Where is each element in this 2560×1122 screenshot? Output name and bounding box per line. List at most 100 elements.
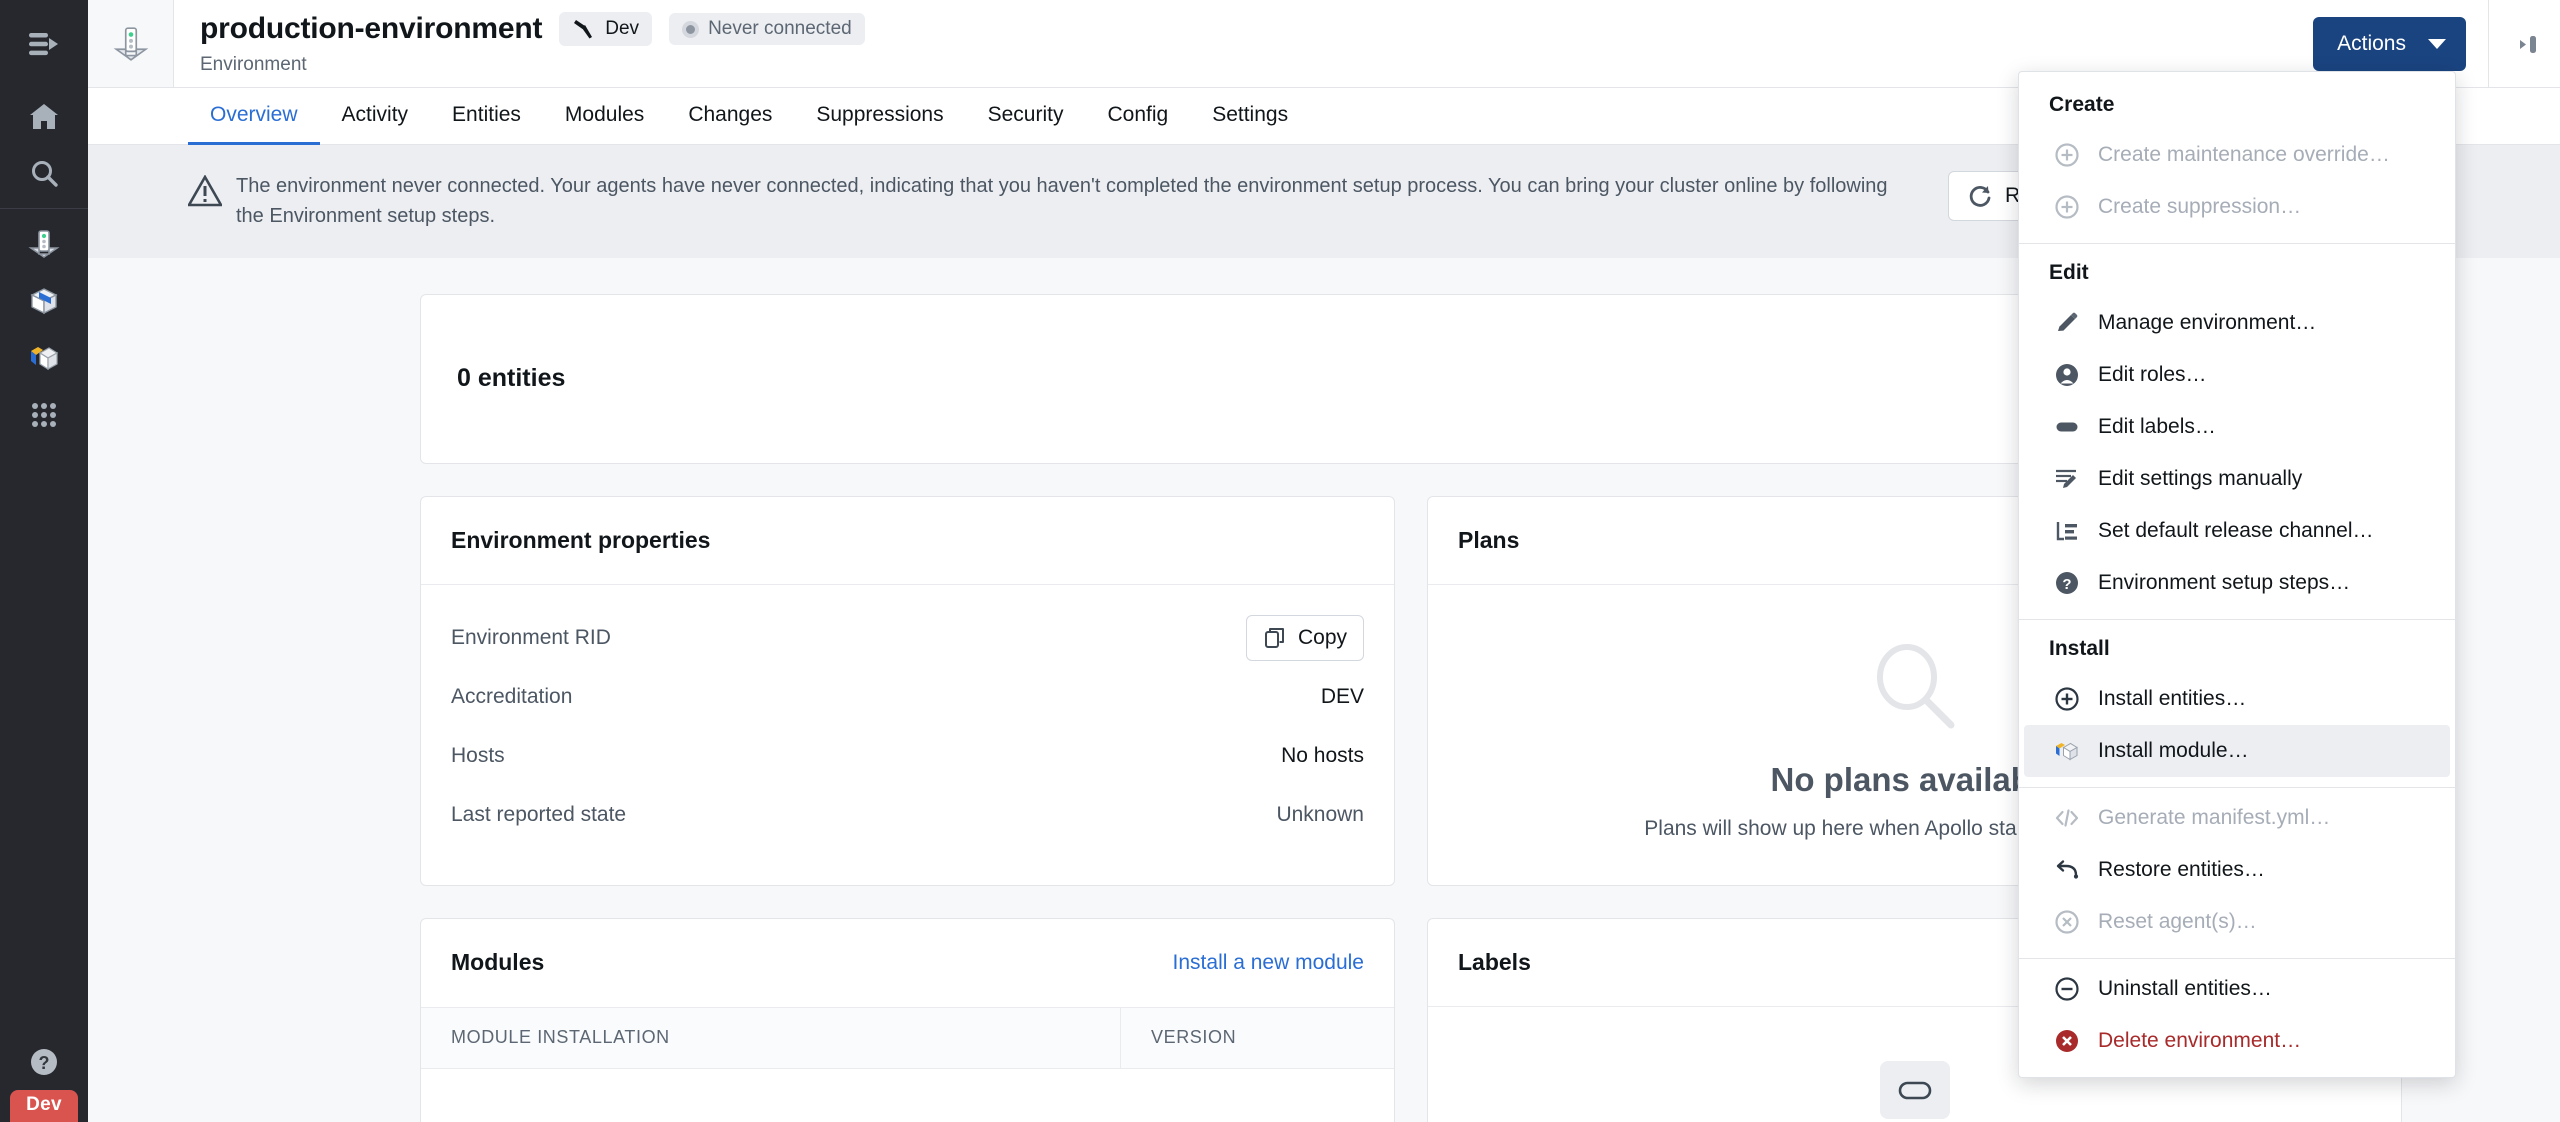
menu-item-install-module[interactable]: Install module…: [2024, 725, 2450, 777]
menu-item-set-default-release-channel[interactable]: Set default release channel…: [2024, 505, 2450, 557]
warning-triangle-icon: [188, 175, 222, 207]
env-badge: Dev: [10, 1090, 78, 1122]
sidebar-item-modules[interactable]: [0, 329, 88, 386]
status-badge: Never connected: [669, 13, 865, 45]
environment-properties-header: Environment properties: [421, 497, 1394, 585]
tab-overview[interactable]: Overview: [188, 88, 320, 145]
menu-item-uninstall-entities[interactable]: Uninstall entities…: [2024, 963, 2450, 1015]
column-header-module-installation: MODULE INSTALLATION: [421, 1007, 1121, 1068]
menu-item-label: Install entities…: [2098, 687, 2247, 710]
module-cube-icon: [2054, 738, 2080, 764]
menu-item-edit-settings-manually[interactable]: Edit settings manually: [2024, 453, 2450, 505]
cube-icon: [30, 287, 58, 314]
menu-group-install-label: Install: [2049, 637, 2110, 660]
hammer-icon: [574, 20, 593, 39]
menu-item-edit-roles[interactable]: Edit roles…: [2024, 349, 2450, 401]
help-button[interactable]: ?: [0, 1033, 88, 1090]
modules-table-header: MODULE INSTALLATION VERSION: [421, 1006, 1394, 1069]
menu-group-create-label: Create: [2049, 93, 2115, 116]
menu-item-environment-setup-steps[interactable]: ? Environment setup steps…: [2024, 557, 2450, 609]
minus-circle-icon: [2054, 976, 2080, 1002]
menu-group-edit-label: Edit: [2049, 261, 2089, 284]
menu-divider: [2019, 619, 2455, 620]
property-row-last-state: Last reported state Unknown: [451, 786, 1364, 845]
menu-item-label: Uninstall entities…: [2098, 977, 2272, 1000]
main-region: production-environment Dev Never connect…: [88, 0, 2560, 1122]
menu-item-label: Create maintenance override…: [2098, 143, 2390, 166]
menu-item-label: Create suppression…: [2098, 195, 2302, 218]
title-row: production-environment Dev Never connect…: [200, 12, 2313, 46]
collapse-panel-button[interactable]: [2488, 0, 2560, 87]
menu-item-label: Install module…: [2098, 739, 2249, 762]
copy-icon: [1264, 628, 1284, 649]
menu-item-edit-labels[interactable]: Edit labels…: [2024, 401, 2450, 453]
header-subtitle: Environment: [200, 54, 307, 75]
x-circle-icon: [2054, 909, 2080, 935]
label-pill-box: [1879, 1060, 1950, 1119]
menu-item-label: Delete environment…: [2098, 1029, 2302, 1052]
property-label: Hosts: [451, 744, 505, 768]
product-logo-icon: [113, 26, 148, 61]
environment-icon: [28, 229, 60, 258]
menu-item-delete-environment[interactable]: Delete environment…: [2024, 1015, 2450, 1067]
grid-apps-icon: [32, 402, 56, 427]
labels-title: Labels: [1458, 948, 1531, 975]
home-icon: [30, 103, 58, 129]
environment-properties-card: Environment properties Environment RID C…: [420, 495, 1395, 886]
tab-security[interactable]: Security: [966, 88, 1086, 145]
menu-item-create-suppression[interactable]: Create suppression…: [2024, 181, 2450, 233]
copy-rid-button[interactable]: Copy: [1245, 615, 1364, 662]
sidebar-expand-icon: [29, 33, 58, 56]
menu-item-label: Restore entities…: [2098, 858, 2265, 881]
menu-divider: [2019, 958, 2455, 959]
svg-text:?: ?: [2062, 576, 2071, 593]
tab-suppressions[interactable]: Suppressions: [794, 88, 965, 145]
install-new-module-link[interactable]: Install a new module: [1173, 951, 1364, 975]
label-pill-icon: [2054, 414, 2080, 440]
menu-item-generate-manifest[interactable]: Generate manifest.yml…: [2024, 792, 2450, 844]
tab-config[interactable]: Config: [1085, 88, 1190, 145]
sidebar-item-artifacts[interactable]: [0, 272, 88, 329]
menu-item-reset-agents[interactable]: Reset agent(s)…: [2024, 896, 2450, 948]
tab-entities[interactable]: Entities: [430, 88, 543, 145]
sidebar-item-search[interactable]: [0, 145, 88, 202]
column-header-version: VERSION: [1151, 1027, 1237, 1048]
menu-item-install-entities[interactable]: Install entities…: [2024, 673, 2450, 725]
tab-settings[interactable]: Settings: [1190, 88, 1310, 145]
code-icon: [2054, 805, 2080, 831]
environment-tag[interactable]: Dev: [559, 12, 653, 46]
warning-banner-text: The environment never connected. Your ag…: [236, 175, 1888, 228]
header-titles: production-environment Dev Never connect…: [174, 0, 2313, 87]
environment-properties-body: Environment RID Copy Accreditation DEV H…: [421, 585, 1394, 871]
tab-changes[interactable]: Changes: [666, 88, 794, 145]
entities-count: 0 entities: [457, 364, 566, 393]
x-circle-icon: [2054, 1028, 2080, 1054]
rail-toggle-button[interactable]: [0, 0, 88, 88]
property-row-hosts: Hosts No hosts: [451, 727, 1364, 786]
menu-item-label: Edit settings manually: [2098, 467, 2303, 490]
tab-activity[interactable]: Activity: [320, 88, 431, 145]
property-value: Unknown: [1276, 803, 1364, 827]
plus-circle-icon: [2054, 686, 2080, 712]
actions-button-label: Actions: [2337, 31, 2406, 55]
property-label: Last reported state: [451, 803, 627, 827]
product-logo[interactable]: [88, 0, 174, 87]
environment-properties-title: Environment properties: [451, 526, 711, 553]
property-value: DEV: [1320, 685, 1364, 709]
modules-table-empty-row: [421, 1069, 1394, 1122]
menu-item-label: Set default release channel…: [2098, 519, 2374, 542]
rail-divider: [0, 208, 88, 209]
modules-title: Modules: [451, 949, 545, 976]
actions-button[interactable]: Actions: [2313, 16, 2466, 71]
sidebar-item-environments[interactable]: [0, 215, 88, 272]
menu-item-create-maintenance-override[interactable]: Create maintenance override…: [2024, 129, 2450, 181]
menu-item-manage-environment[interactable]: Manage environment…: [2024, 297, 2450, 349]
question-circle-icon: ?: [2054, 570, 2080, 596]
sidebar-item-home[interactable]: [0, 88, 88, 145]
panel-collapse-icon: [2519, 35, 2536, 53]
property-row-rid: Environment RID Copy: [451, 609, 1364, 668]
tab-modules[interactable]: Modules: [543, 88, 666, 145]
sidebar-item-apps[interactable]: [0, 386, 88, 443]
plus-circle-icon: [2054, 142, 2080, 168]
menu-item-restore-entities[interactable]: Restore entities…: [2024, 844, 2450, 896]
